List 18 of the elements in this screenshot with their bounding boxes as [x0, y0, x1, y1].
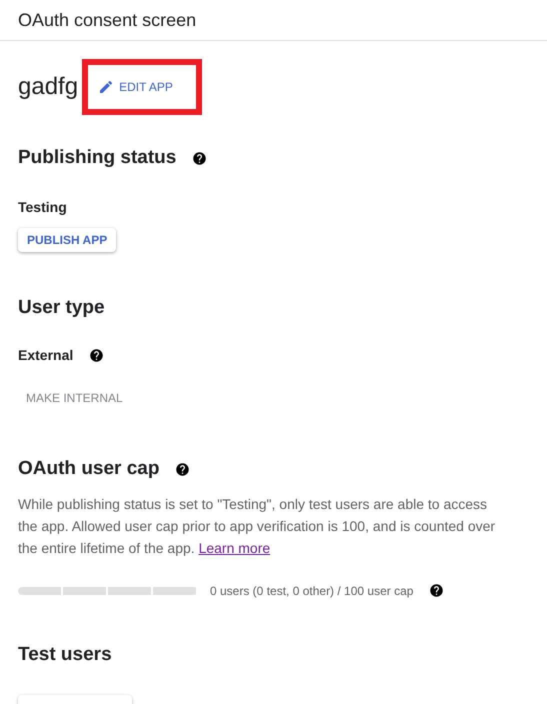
help-icon[interactable]	[89, 348, 104, 362]
page-title: OAuth consent screen	[18, 10, 196, 30]
user-cap-reading: 0 users (0 test, 0 other) / 100 user cap	[210, 584, 414, 598]
user-cap-description: While publishing status is set to "Testing", only test users are able to access the app. Allowed user cap prior to app verification is 100, and is counted over the entire lifetime of the app. Learn more	[18, 495, 496, 558]
app-name: gadfg	[18, 72, 78, 100]
help-icon[interactable]	[175, 462, 190, 476]
section-heading: OAuth user cap	[18, 458, 160, 480]
edit-app-button[interactable]: EDIT APP	[92, 68, 186, 104]
user-type-label: External	[18, 347, 74, 363]
learn-more-link[interactable]: Learn more	[198, 540, 270, 556]
help-icon[interactable]	[429, 583, 444, 598]
section-heading: Test users	[18, 644, 112, 666]
section-heading: User type	[18, 297, 105, 319]
publish-app-button[interactable]: PUBLISH APP	[18, 228, 116, 252]
pencil-icon	[98, 78, 114, 94]
section-heading: Publishing status	[18, 147, 176, 169]
status-label: Testing	[18, 199, 67, 215]
help-icon[interactable]	[192, 150, 208, 166]
